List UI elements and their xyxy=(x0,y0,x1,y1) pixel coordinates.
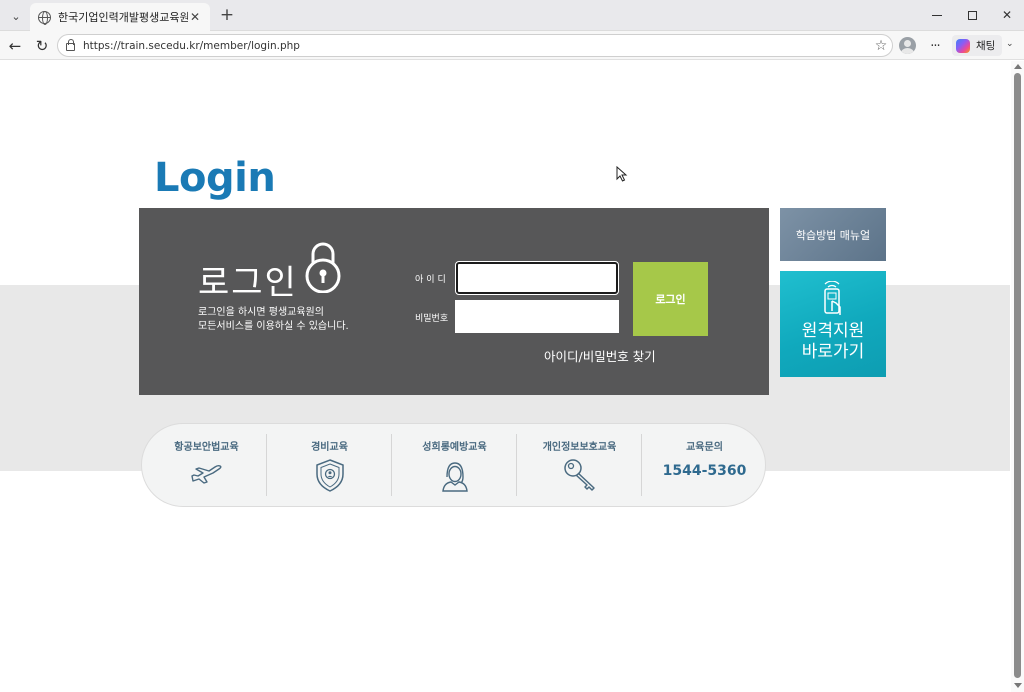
key-icon xyxy=(564,459,595,491)
inquiry-phone-number: 1544-5360 xyxy=(662,463,747,479)
tab-list-chevron-icon[interactable]: ⌄ xyxy=(6,6,26,26)
shield-icon xyxy=(316,459,344,492)
quick-link-security-guard[interactable]: 경비교육 xyxy=(267,424,392,508)
scrollbar-thumb[interactable] xyxy=(1014,73,1021,678)
login-panel-title: 로그인 xyxy=(198,263,298,303)
find-id-password-link[interactable]: 아이디/비밀번호 찾기 xyxy=(544,346,656,365)
remote-line-1: 원격지원 xyxy=(801,321,865,341)
mouse-cursor-icon xyxy=(616,166,628,182)
chevron-down-icon[interactable]: ⌄ xyxy=(1006,39,1014,49)
new-tab-plus-icon[interactable]: + xyxy=(217,5,237,25)
scroll-down-arrow-icon[interactable] xyxy=(1014,683,1022,688)
login-panel: 로그인 로그인을 하시면 평생교육원의 모든서비스를 이용하실 수 있습니다. … xyxy=(139,208,769,395)
quick-link-aviation[interactable]: 항공보안법교육 xyxy=(144,424,269,508)
id-input[interactable] xyxy=(455,261,619,295)
browser-tab[interactable]: 한국기업인력개발평생교육원 ✕ xyxy=(30,3,210,31)
quick-link-label: 경비교육 xyxy=(311,442,348,453)
close-window-icon[interactable]: ✕ xyxy=(992,5,1022,25)
study-manual-button[interactable]: 학습방법 매뉴얼 xyxy=(780,208,886,261)
profile-avatar-icon[interactable] xyxy=(899,37,916,54)
url-field[interactable]: https://train.secedu.kr/member/login.php… xyxy=(57,34,893,57)
url-text[interactable]: https://train.secedu.kr/member/login.php xyxy=(83,40,870,52)
copilot-icon xyxy=(956,38,970,53)
chat-label: 채팅 xyxy=(976,40,996,52)
back-arrow-icon[interactable]: ← xyxy=(5,36,25,56)
password-label: 비밀번호 xyxy=(415,314,449,324)
copilot-chat-button[interactable]: 채팅 xyxy=(952,35,1002,56)
globe-icon xyxy=(38,10,51,25)
airplane-icon xyxy=(191,464,222,484)
minimize-icon[interactable] xyxy=(922,5,952,25)
quick-link-label: 항공보안법교육 xyxy=(174,442,239,453)
page-viewport: Login 로그인 로그인을 하시면 평생교육원의 모든서비스를 이용하실 수 … xyxy=(0,61,1024,692)
tab-close-icon[interactable]: ✕ xyxy=(188,10,202,24)
id-label: 아이디 xyxy=(415,275,449,285)
favorite-star-icon[interactable]: ☆ xyxy=(870,38,892,54)
remote-support-button[interactable]: 원격지원 바로가기 xyxy=(780,271,886,377)
description-line-1: 로그인을 하시면 평생교육원의 xyxy=(198,307,324,318)
browser-tab-bar: ⌄ 한국기업인력개발평생교육원 ✕ + ✕ xyxy=(0,0,1024,31)
quick-link-label: 교육문의 xyxy=(686,442,723,453)
quick-link-label: 성희롱예방교육 xyxy=(422,442,487,453)
login-button[interactable]: 로그인 xyxy=(633,262,708,336)
person-icon xyxy=(442,462,468,492)
login-description: 로그인을 하시면 평생교육원의 모든서비스를 이용하실 수 있습니다. xyxy=(198,306,349,334)
reload-icon[interactable]: ↻ xyxy=(32,36,52,56)
page-title: Login xyxy=(154,155,276,201)
quick-link-label: 개인정보보호교육 xyxy=(542,442,617,453)
remote-phone-icon xyxy=(824,281,841,315)
quick-link-inquiry[interactable]: 교육문의 1544-5360 xyxy=(642,424,767,508)
address-bar-row: ← ↻ https://train.secedu.kr/member/login… xyxy=(0,31,1024,60)
description-line-2: 모든서비스를 이용하실 수 있습니다. xyxy=(198,321,349,332)
quick-link-privacy[interactable]: 개인정보보호교육 xyxy=(517,424,642,508)
padlock-icon xyxy=(305,242,341,293)
more-menu-icon[interactable]: ··· xyxy=(926,36,944,56)
lock-icon[interactable] xyxy=(66,39,75,51)
password-input[interactable] xyxy=(455,300,619,333)
quick-link-harassment-prevention[interactable]: 성희롱예방교육 xyxy=(392,424,517,508)
remote-line-2: 바로가기 xyxy=(801,342,865,362)
vertical-scrollbar[interactable] xyxy=(1011,61,1024,692)
remote-support-text: 원격지원 바로가기 xyxy=(780,321,886,363)
maximize-icon[interactable] xyxy=(957,5,987,25)
scroll-up-arrow-icon[interactable] xyxy=(1014,64,1022,69)
tab-title: 한국기업인력개발평생교육원 xyxy=(58,11,188,24)
quick-links-bar: 항공보안법교육 경비교육 성희롱예방교육 개인정보보호교육 교육문의 1544-… xyxy=(141,423,766,507)
